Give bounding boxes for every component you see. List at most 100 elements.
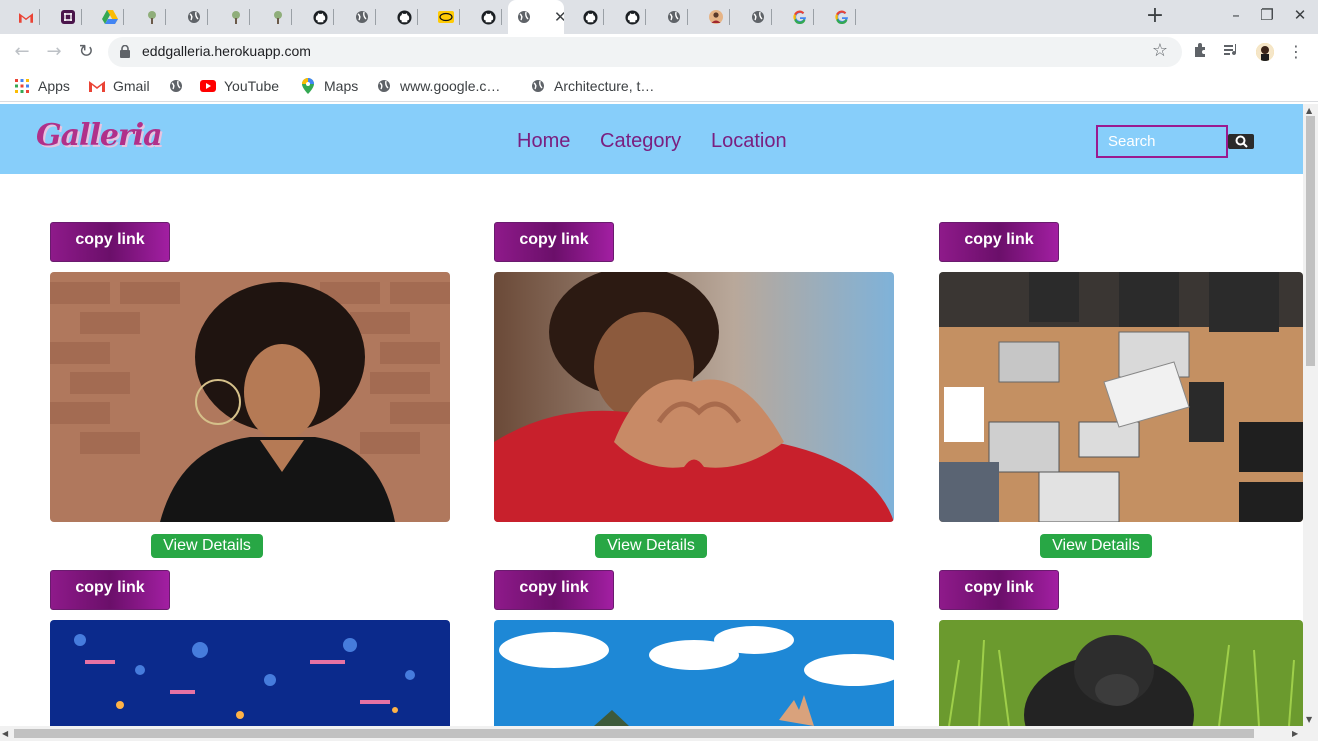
bookmark-maps[interactable]: Maps	[300, 76, 358, 96]
gallery-image-heart-hands[interactable]	[494, 272, 894, 522]
browser-tab[interactable]: me	[258, 0, 292, 34]
scroll-right-icon[interactable]: ▶	[1292, 729, 1298, 738]
bookmark-apps[interactable]: Apps	[14, 76, 70, 96]
bookmark-star-icon[interactable]: ☆	[1152, 40, 1168, 61]
window-close-icon[interactable]: ✕	[1290, 6, 1310, 24]
nav-location[interactable]: Location	[711, 130, 787, 153]
browser-tab[interactable]: aw	[612, 0, 646, 34]
browser-tab[interactable]: un	[384, 0, 418, 34]
back-icon[interactable]: ←	[10, 40, 34, 64]
address-bar[interactable]: eddgalleria.herokuapp.com ☆	[108, 37, 1182, 67]
bookmark-label: www.google.c…	[400, 78, 501, 94]
tab-separator	[333, 9, 334, 25]
tab-separator	[813, 9, 814, 25]
tab-separator	[81, 9, 82, 25]
profile-avatar[interactable]	[1256, 43, 1274, 61]
tab-separator	[291, 9, 292, 25]
browser-tab[interactable]: ✕	[508, 0, 564, 34]
nav-home[interactable]: Home	[517, 130, 570, 153]
scroll-down-icon[interactable]: ▼	[1306, 715, 1312, 724]
google-icon	[834, 9, 850, 25]
globe-icon	[516, 9, 532, 25]
browser-tab[interactable]: iCl	[342, 0, 376, 34]
browser-tab[interactable]: Pr	[654, 0, 688, 34]
bookmark-architecture[interactable]: Architecture, t…	[530, 76, 654, 96]
view-details-button[interactable]: View Details	[595, 534, 707, 558]
browser-tab[interactable]: - M	[426, 0, 460, 34]
menu-kebab-icon[interactable]: ⋮	[1286, 42, 1306, 62]
horizontal-scrollbar[interactable]: ◀ ▶	[0, 726, 1318, 741]
restore-icon[interactable]: ❐	[1257, 6, 1277, 24]
browser-tab[interactable]: url	[780, 0, 814, 34]
person-icon	[708, 9, 724, 25]
tab-separator	[417, 9, 418, 25]
mtn-icon	[438, 9, 454, 25]
tab-separator	[459, 9, 460, 25]
copy-link-button[interactable]: copy link	[494, 222, 614, 262]
gmail-icon	[89, 78, 105, 94]
copy-link-button[interactable]: copy link	[939, 570, 1059, 610]
bookmark-youtube[interactable]: YouTube	[200, 76, 279, 96]
vertical-scrollbar[interactable]: ▲ ▼	[1303, 104, 1318, 726]
nav-category[interactable]: Category	[600, 130, 681, 153]
gallery-image-gorilla-grass[interactable]	[939, 620, 1303, 726]
page-viewport: Galleria Home Category Location copy lin…	[0, 104, 1303, 726]
gallery-image-laptop-meeting[interactable]	[939, 272, 1303, 522]
tab-separator	[855, 9, 856, 25]
lock-icon	[120, 45, 130, 58]
browser-tab[interactable]: Tu	[132, 0, 166, 34]
scroll-up-icon[interactable]: ▲	[1306, 106, 1312, 115]
browser-tab[interactable]: Fu	[90, 0, 124, 34]
tab-separator	[771, 9, 772, 25]
gmail-icon	[18, 9, 34, 25]
vertical-scroll-thumb[interactable]	[1306, 116, 1315, 366]
tab-separator	[687, 9, 688, 25]
bookmark-label: YouTube	[224, 78, 280, 94]
bookmarks-bar: Apps Gmail YouTube Maps www.google.c… Ar…	[0, 70, 1318, 102]
media-control-icon[interactable]	[1222, 42, 1242, 62]
tab-separator	[123, 9, 124, 25]
browser-tab[interactable]: me	[174, 0, 208, 34]
copy-link-button[interactable]: copy link	[50, 222, 170, 262]
gallery-image-woman-portrait[interactable]	[50, 272, 450, 522]
gallery-image-concert-lights[interactable]	[50, 620, 450, 726]
new-tab-button[interactable]: +	[1143, 4, 1167, 28]
bookmark-globe[interactable]	[168, 76, 192, 96]
browser-tab[interactable]: Tu	[216, 0, 250, 34]
github-icon	[480, 9, 496, 25]
reload-icon[interactable]: ↻	[74, 40, 98, 64]
bookmark-gmail[interactable]: Gmail	[89, 76, 150, 96]
browser-tab[interactable]: ,w	[822, 0, 856, 34]
bookmark-label: Gmail	[113, 78, 150, 94]
browser-tab[interactable]: sta	[570, 0, 604, 34]
tab-separator	[501, 9, 502, 25]
minimize-icon[interactable]: –	[1226, 6, 1246, 24]
tab-close-icon[interactable]: ✕	[554, 8, 564, 26]
browser-tab[interactable]: Sla	[48, 0, 82, 34]
globe-icon	[376, 78, 392, 94]
search-button[interactable]	[1228, 134, 1254, 149]
extensions-icon[interactable]	[1190, 42, 1210, 62]
forward-icon[interactable]: →	[42, 40, 66, 64]
horizontal-scroll-thumb[interactable]	[14, 729, 1254, 738]
bookmark-google[interactable]: www.google.c…	[376, 76, 500, 96]
browser-tab[interactable]: ins	[300, 0, 334, 34]
site-logo[interactable]: Galleria	[36, 118, 163, 153]
bookmark-label: Architecture, t…	[554, 78, 655, 94]
browser-toolbar: ← → ↻ eddgalleria.herokuapp.com ☆ ⋮	[0, 34, 1318, 70]
browser-tab[interactable]: Int	[6, 0, 40, 34]
view-details-button[interactable]: View Details	[1040, 534, 1152, 558]
copy-link-button[interactable]: copy link	[494, 570, 614, 610]
browser-tab[interactable]: “In	[696, 0, 730, 34]
browser-tab[interactable]: do	[738, 0, 772, 34]
scroll-left-icon[interactable]: ◀	[2, 729, 8, 738]
gallery-image-sky-beach[interactable]	[494, 620, 894, 726]
tab-separator	[729, 9, 730, 25]
browser-tab[interactable]: un	[468, 0, 502, 34]
copy-link-button[interactable]: copy link	[50, 570, 170, 610]
view-details-button[interactable]: View Details	[151, 534, 263, 558]
tab-separator	[645, 9, 646, 25]
tab-separator	[207, 9, 208, 25]
copy-link-button[interactable]: copy link	[939, 222, 1059, 262]
search-input[interactable]	[1096, 125, 1228, 158]
